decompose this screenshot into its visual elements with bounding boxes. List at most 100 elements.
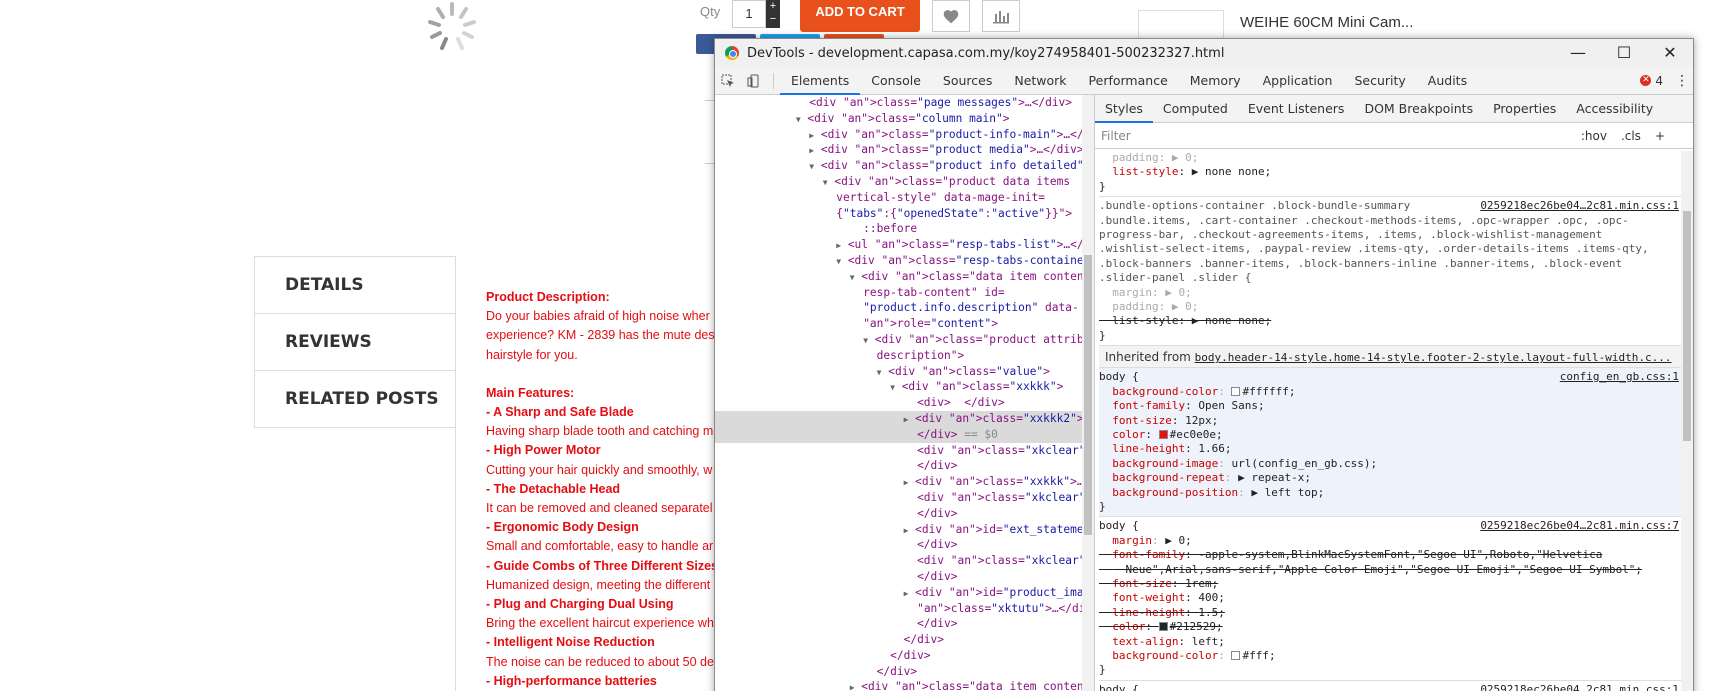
style-rules[interactable]: padding: ▶ 0; list-style: ▶ none none;} 0…: [1095, 149, 1693, 691]
dom-node-line[interactable]: ▶ <div "an">class="data item content: [715, 679, 1094, 691]
add-to-cart-button[interactable]: ADD TO CART: [800, 0, 920, 32]
css-property[interactable]: color: #ec0e0e;: [1099, 428, 1693, 442]
qty-input[interactable]: 1: [732, 0, 766, 28]
hover-state-toggle[interactable]: :hov: [1581, 129, 1607, 143]
related-product-title[interactable]: WEIHE 60CM Mini Cam...: [1240, 14, 1413, 31]
dom-node-line[interactable]: ▼ <div "an">class="product data items: [715, 174, 1094, 190]
devtools-titlebar[interactable]: DevTools - development.capasa.com.my/koy…: [715, 39, 1693, 67]
dom-node-line[interactable]: ▼ <div "an">class="value">: [715, 364, 1094, 380]
dom-node-line[interactable]: ▶ <div "an">id="product_images": [715, 585, 1094, 601]
tab-memory[interactable]: Memory: [1179, 67, 1252, 95]
dom-node-line[interactable]: ▶ <div "an">class="xxkkk2">…: [715, 410, 1094, 427]
dom-node-line[interactable]: {"tabs":{"openedState":"active"}}">: [715, 206, 1094, 222]
tab-computed[interactable]: Computed: [1153, 95, 1238, 123]
css-property[interactable]: line-height: 1.66;: [1099, 442, 1693, 456]
dom-node-line[interactable]: ▼ <div "an">class="product attribute: [715, 332, 1094, 348]
dom-node-line[interactable]: "an">role="content">: [715, 316, 1094, 332]
tab-sources[interactable]: Sources: [932, 67, 1003, 95]
dom-node-line[interactable]: ▶ <div "an">class="xxkkk">…</div>: [715, 474, 1094, 490]
dom-node-line[interactable]: vertical-style" data-mage-init=: [715, 190, 1094, 206]
dom-node-line[interactable]: ▼ <div "an">class="product info detailed…: [715, 158, 1094, 174]
dom-node-line[interactable]: <div "an">class="xkclear">: [715, 490, 1094, 506]
dom-node-line[interactable]: </div>: [715, 616, 1094, 632]
dom-node-line[interactable]: ▼ <div "an">class="xxkkk">: [715, 379, 1094, 395]
tab-styles[interactable]: Styles: [1095, 95, 1153, 123]
css-property[interactable]: margin: ▶ 0;: [1099, 534, 1693, 548]
tab-related-posts[interactable]: RELATED POSTS: [255, 371, 456, 428]
tab-audits[interactable]: Audits: [1417, 67, 1478, 95]
dom-node-line[interactable]: </div>: [715, 664, 1094, 680]
dom-node-line[interactable]: description">: [715, 348, 1094, 364]
css-property[interactable]: color: #212529;: [1099, 620, 1693, 634]
tab-performance[interactable]: Performance: [1078, 67, 1179, 95]
dom-node-line[interactable]: "an">class="xktutu">…</div>: [715, 601, 1094, 617]
tab-details[interactable]: DETAILS: [255, 257, 456, 314]
wishlist-button[interactable]: [932, 0, 970, 32]
tab-event-listeners[interactable]: Event Listeners: [1238, 95, 1355, 123]
dom-node-line[interactable]: </div>: [715, 537, 1094, 553]
tab-properties[interactable]: Properties: [1483, 95, 1566, 123]
css-property[interactable]: background-color: #ffffff;: [1099, 385, 1693, 399]
dom-node-line[interactable]: ▼ <div "an">class="column main">: [715, 111, 1094, 127]
device-toolbar-icon[interactable]: [741, 67, 767, 95]
dom-node-line[interactable]: ▶ <div "an">id="ext_statement">…: [715, 522, 1094, 538]
css-property[interactable]: font-family: Open Sans;: [1099, 399, 1693, 413]
qty-stepper[interactable]: + −: [766, 0, 780, 28]
more-options-icon[interactable]: ⋮: [1671, 73, 1693, 89]
inspect-element-icon[interactable]: [715, 67, 741, 95]
tab-reviews[interactable]: REVIEWS: [255, 314, 456, 371]
elements-tree[interactable]: <div "an">class="page messages">…</div> …: [715, 95, 1095, 691]
dom-node-line[interactable]: </div> == $0: [715, 426, 1094, 443]
tab-console[interactable]: Console: [860, 67, 932, 95]
css-property[interactable]: background-repeat: ▶ repeat-x;: [1099, 471, 1693, 485]
dom-node-line[interactable]: <div "an">class="page messages">…</div>: [715, 95, 1094, 111]
style-rule[interactable]: padding: ▶ 0; list-style: ▶ none none;}: [1099, 149, 1693, 198]
style-rule[interactable]: 0259218ec26be04…2c81.min.css:1 .bundle-op…: [1099, 197, 1693, 347]
tab-elements[interactable]: Elements: [780, 67, 861, 95]
new-rule-button[interactable]: +: [1655, 129, 1665, 143]
style-rule[interactable]: 0259218ec26be04…2c81.min.css:7 body { mar…: [1099, 517, 1693, 681]
css-property[interactable]: background-color: #fff;: [1099, 649, 1693, 663]
dom-node-line[interactable]: ::before: [715, 221, 1094, 237]
css-property[interactable]: line-height: 1.5;: [1099, 606, 1693, 620]
minimize-button[interactable]: —: [1555, 39, 1601, 67]
dom-node-line[interactable]: ▶ <ul "an">class="resp-tabs-list">…</ul>: [715, 237, 1094, 253]
css-property[interactable]: background-image: url(config_en_gb.css);: [1099, 457, 1693, 471]
tab-dom-breakpoints[interactable]: DOM Breakpoints: [1354, 95, 1483, 123]
compare-button[interactable]: [982, 0, 1020, 32]
dom-node-line[interactable]: </div>: [715, 648, 1094, 664]
styles-filter-input[interactable]: Filter: [1101, 129, 1131, 143]
css-property[interactable]: font-size: 12px;: [1099, 414, 1693, 428]
styles-scrollbar[interactable]: [1681, 151, 1693, 691]
tab-network[interactable]: Network: [1003, 67, 1077, 95]
tab-security[interactable]: Security: [1343, 67, 1416, 95]
tab-accessibility[interactable]: Accessibility: [1566, 95, 1663, 123]
maximize-button[interactable]: ☐: [1601, 39, 1647, 67]
class-toggle[interactable]: .cls: [1621, 129, 1641, 143]
related-product-thumbnail[interactable]: [1138, 10, 1224, 40]
dom-node-line[interactable]: resp-tab-content" id=: [715, 285, 1094, 301]
css-property[interactable]: font-family: -apple-system,BlinkMacSyste…: [1099, 548, 1693, 562]
css-property[interactable]: font-size: 1rem;: [1099, 577, 1693, 591]
dom-node-line[interactable]: </div>: [715, 632, 1094, 648]
dom-node-line[interactable]: ▼ <div "an">class="data item content: [715, 269, 1094, 285]
css-property[interactable]: Neue",Arial,sans-serif,"Apple Color Emoj…: [1099, 563, 1693, 577]
style-rule[interactable]: config_en_gb.css:1 body { background-colo…: [1099, 368, 1693, 518]
close-button[interactable]: ✕: [1647, 39, 1693, 67]
tab-application[interactable]: Application: [1252, 67, 1344, 95]
dom-node-line[interactable]: "product.info.description" data-: [715, 300, 1094, 316]
style-rule[interactable]: 0259218ec26be04…2c81.min.css:1 body {: [1099, 681, 1693, 691]
dom-node-line[interactable]: </div>: [715, 569, 1094, 585]
css-property[interactable]: font-weight: 400;: [1099, 591, 1693, 605]
css-property[interactable]: background-position: ▶ left top;: [1099, 486, 1693, 500]
dom-node-line[interactable]: ▼ <div "an">class="resp-tabs-container">: [715, 253, 1094, 269]
dom-node-line[interactable]: </div>: [715, 458, 1094, 474]
dom-node-line[interactable]: </div>: [715, 506, 1094, 522]
dom-node-line[interactable]: <div> </div>: [715, 395, 1094, 411]
dom-node-line[interactable]: ▶ <div "an">class="product-info-main">…<…: [715, 127, 1094, 143]
error-counter[interactable]: ✕ 4: [1640, 74, 1671, 88]
dom-node-line[interactable]: ▶ <div "an">class="product media">…</div…: [715, 142, 1094, 158]
dom-node-line[interactable]: <div "an">class="xkclear">: [715, 443, 1094, 459]
dom-node-line[interactable]: <div "an">class="xkclear">: [715, 553, 1094, 569]
elements-scrollbar[interactable]: [1082, 95, 1094, 691]
